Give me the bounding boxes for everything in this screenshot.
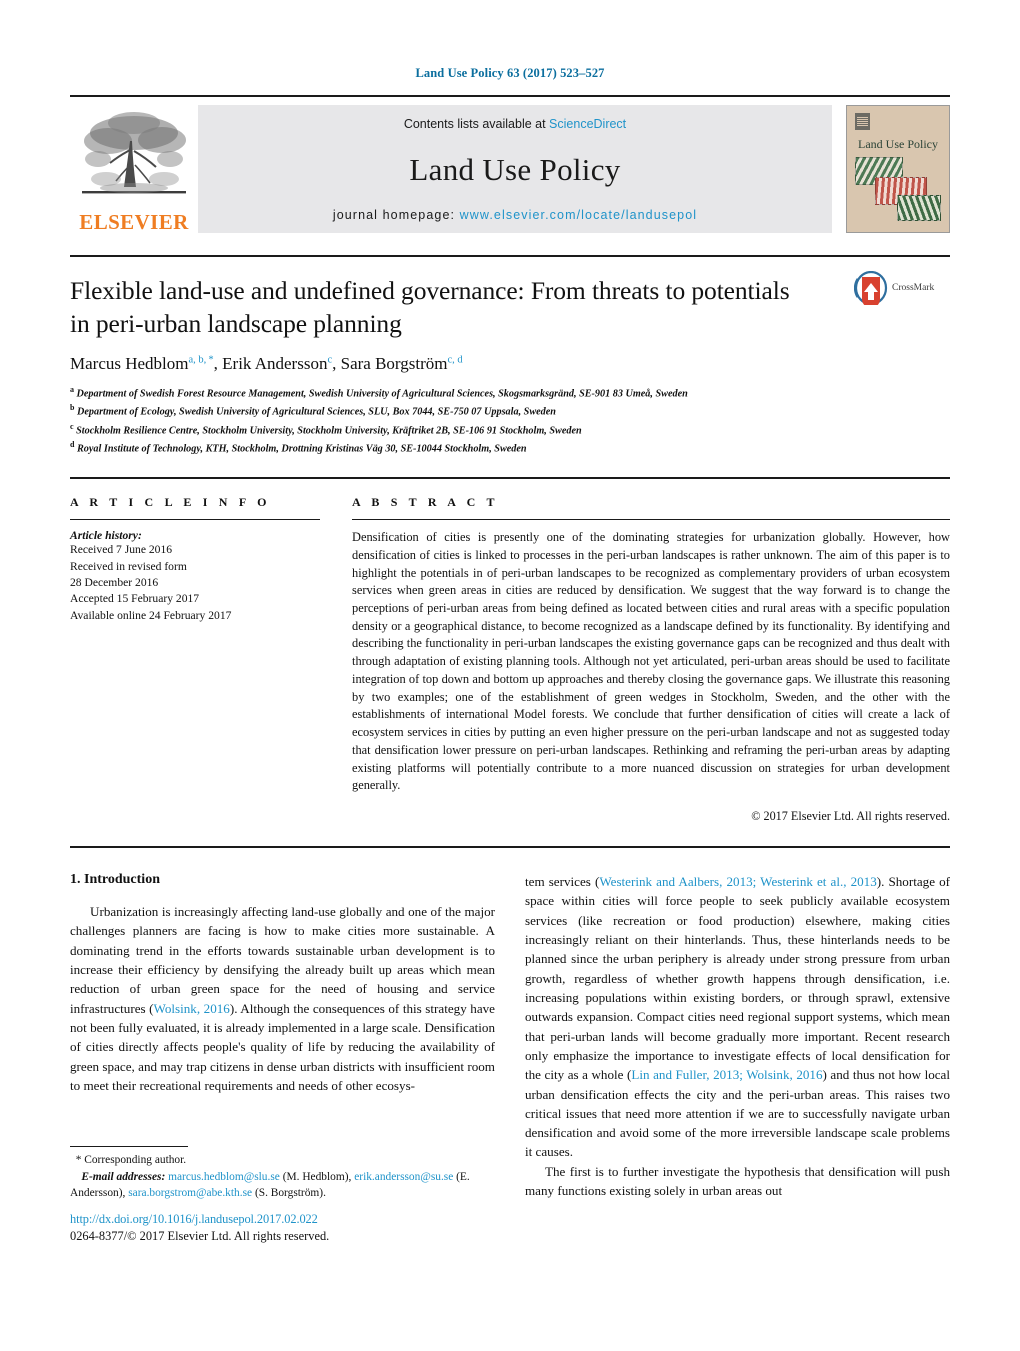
cover-artwork	[853, 157, 943, 223]
article-info-column: A R T I C L E I N F O Article history: R…	[70, 495, 320, 824]
abstract-heading: A B S T R A C T	[352, 495, 499, 510]
info-abstract-region: A R T I C L E I N F O Article history: R…	[70, 495, 950, 824]
title-block: CrossMark Flexible land-use and undefine…	[70, 271, 950, 457]
journal-homepage-line: journal homepage: www.elsevier.com/locat…	[333, 208, 697, 222]
contents-prefix: Contents lists available at	[403, 117, 550, 131]
crossmark-icon	[854, 271, 888, 305]
elsevier-logo: ELSEVIER	[70, 105, 198, 233]
section-heading-introduction: 1. Introduction	[70, 872, 160, 888]
title-divider	[70, 255, 950, 257]
doi-link[interactable]: http://dx.doi.org/10.1016/j.landusepol.2…	[70, 1212, 506, 1227]
doi-block: http://dx.doi.org/10.1016/j.landusepol.2…	[70, 1212, 506, 1244]
article-info-rule	[70, 519, 320, 521]
issn-copyright-line: 0264-8377/© 2017 Elsevier Ltd. All right…	[70, 1229, 330, 1243]
email-name-borgstrom: (S. Borgström).	[254, 1187, 326, 1200]
crossmark-badge[interactable]: CrossMark	[854, 271, 950, 305]
body-divider	[70, 846, 950, 849]
article-info-heading: A R T I C L E I N F O	[70, 495, 271, 510]
email-name-hedblom: (M. Hedblom),	[282, 1170, 352, 1183]
affiliation-c: c Stockholm Resilience Centre, Stockholm…	[70, 421, 950, 439]
affiliation-text: Royal Institute of Technology, KTH, Stoc…	[74, 443, 527, 455]
cover-journal-title: Land Use Policy	[858, 137, 938, 151]
abstract-copyright: © 2017 Elsevier Ltd. All rights reserved…	[751, 809, 950, 824]
contents-available-line: Contents lists available at ScienceDirec…	[404, 117, 626, 131]
email-addresses-note: E-mail addresses: marcus.hedblom@slu.se …	[70, 1169, 506, 1202]
citation-lin-fuller-wolsink[interactable]: Lin and Fuller, 2013; Wolsink, 2016	[631, 1067, 822, 1082]
article-title: Flexible land-use and undefined governan…	[70, 276, 790, 338]
paragraph-intro-right: tem services (Westerink and Aalbers, 201…	[525, 872, 950, 1162]
cover-pane-3	[897, 195, 941, 221]
affiliation-a: a Department of Swedish Forest Resource …	[70, 384, 950, 402]
intro-right-b: ). Shortage of space within cities will …	[525, 874, 950, 1083]
elsevier-mark-icon	[855, 113, 870, 130]
body-column-right: tem services (Westerink and Aalbers, 201…	[525, 872, 950, 1200]
sciencedirect-link[interactable]: ScienceDirect	[549, 117, 626, 131]
homepage-url-link[interactable]: www.elsevier.com/locate/landusepol	[460, 208, 698, 222]
journal-article-page: Land Use Policy 63 (2017) 523–527 ELSEVI…	[0, 0, 1020, 1351]
article-history-line: Received 7 June 2016	[70, 543, 173, 557]
article-history-line: Available online 24 February 2017	[70, 608, 232, 622]
homepage-prefix: journal homepage:	[332, 208, 460, 222]
journal-band: Contents lists available at ScienceDirec…	[198, 105, 832, 233]
abstract-divider	[70, 477, 950, 480]
article-history-line: Accepted 15 February 2017	[70, 592, 200, 606]
abstract-text: Densification of cities is presently one…	[352, 530, 950, 793]
paragraph-intro-left: Urbanization is increasingly affecting l…	[70, 902, 495, 1095]
author-list: Marcus Hedbloma, b, *, Erik Anderssonc, …	[70, 354, 463, 374]
footnote-rule	[70, 1146, 188, 1147]
elsevier-wordmark: ELSEVIER	[79, 210, 189, 234]
corresponding-marker: *	[75, 1154, 82, 1166]
journal-cover-thumbnail[interactable]: Land Use Policy	[846, 105, 950, 233]
article-history-line: 28 December 2016	[70, 575, 159, 589]
affiliation-d: d Royal Institute of Technology, KTH, St…	[70, 439, 950, 457]
footnote-block: * Corresponding author. E-mail addresses…	[70, 1146, 506, 1202]
affiliation-text: Department of Ecology, Swedish Universit…	[74, 406, 556, 418]
abstract-rule	[352, 519, 950, 521]
affiliation-list: a Department of Swedish Forest Resource …	[70, 384, 950, 457]
crossmark-label: CrossMark	[892, 283, 935, 293]
email-link-hedblom[interactable]: marcus.hedblom@slu.se	[168, 1171, 280, 1183]
corresponding-author-note: * Corresponding author.	[70, 1152, 506, 1169]
email-link-andersson[interactable]: erik.andersson@su.se	[354, 1171, 453, 1183]
journal-title: Land Use Policy	[409, 151, 621, 187]
paragraph-intro-right-2: The first is to further investigate the …	[525, 1163, 950, 1199]
running-head: Land Use Policy 63 (2017) 523–527	[415, 66, 605, 80]
article-history-lines: Received 7 June 2016 Received in revised …	[70, 542, 320, 624]
citation-westerink[interactable]: Westerink and Aalbers, 2013; Westerink e…	[599, 874, 876, 889]
intro-text-a: Urbanization is increasingly affecting l…	[70, 904, 495, 1016]
affiliation-text: Department of Swedish Forest Resource Ma…	[74, 388, 688, 400]
intro-right-a: tem services (	[525, 874, 600, 890]
citation-wolsink-2016[interactable]: Wolsink, 2016	[154, 1001, 230, 1016]
corresponding-author-text: Corresponding author.	[84, 1154, 187, 1166]
affiliation-b: b Department of Ecology, Swedish Univers…	[70, 402, 950, 420]
article-history-label: Article history:	[70, 529, 142, 543]
affiliation-text: Stockholm Resilience Centre, Stockholm U…	[73, 425, 582, 437]
journal-masthead: ELSEVIER Contents lists available at Sci…	[70, 95, 950, 233]
article-history-line: Received in revised form	[70, 559, 187, 573]
elsevier-tree-icon	[82, 112, 186, 194]
email-link-borgstrom[interactable]: sara.borgstrom@abe.kth.se	[128, 1187, 252, 1199]
abstract-column: A B S T R A C T Densification of cities …	[352, 495, 950, 824]
email-addresses-label: E-mail addresses:	[81, 1170, 166, 1183]
